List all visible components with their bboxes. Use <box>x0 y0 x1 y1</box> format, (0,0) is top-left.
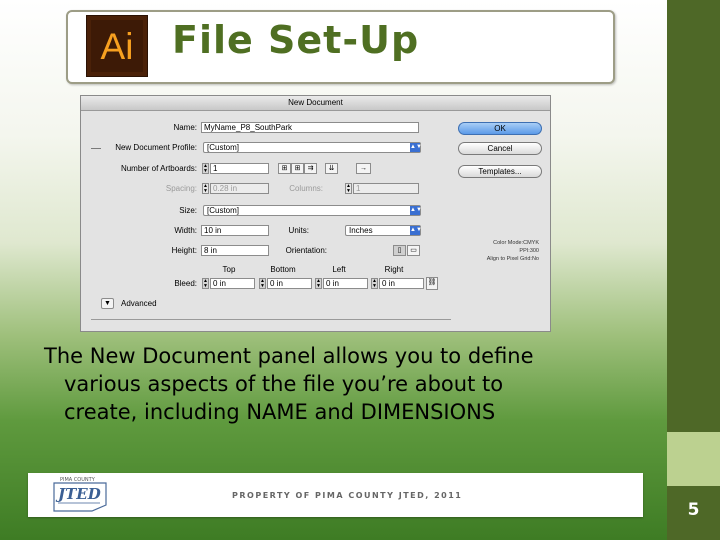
sidebar-accent-block <box>667 432 720 486</box>
footer-bar: PIMA COUNTY JTED PROPERTY OF PIMA COUNTY… <box>28 473 643 517</box>
bleed-bottom-field[interactable]: 0 in <box>267 278 312 289</box>
bleed-bottom-label: Bottom <box>270 265 296 274</box>
dialog-title: New Document <box>81 96 550 111</box>
cancel-button[interactable]: Cancel <box>458 142 542 155</box>
advanced-label[interactable]: Advanced <box>121 299 157 308</box>
profile-value: [Custom] <box>207 143 240 152</box>
profile-label: New Document Profile: <box>115 143 197 152</box>
chevron-down-icon: ▲▼ <box>410 226 422 235</box>
spacing-stepper[interactable]: ▲ ▼ <box>202 183 209 194</box>
caption-line-3: create, including NAME and DIMENSIONS <box>64 400 496 424</box>
size-label: Size: <box>179 206 197 215</box>
layout-order-icon[interactable]: → <box>356 163 371 174</box>
chevron-down-icon: ▲▼ <box>410 206 422 215</box>
size-select[interactable]: [Custom] ▲▼ <box>203 205 422 216</box>
jted-logo-text: JTED <box>55 485 101 503</box>
new-document-dialog: New Document Name: MyName_P8_SouthPark N… <box>80 95 551 332</box>
bleed-right-stepper[interactable]: ▲ ▼ <box>371 278 378 289</box>
bleed-bottom-stepper[interactable]: ▲ ▼ <box>259 278 266 289</box>
link-bleed-icon[interactable]: ⛓ <box>426 277 438 290</box>
page-number: 5 <box>687 500 700 520</box>
logo-text: Ai <box>91 20 143 72</box>
size-value: [Custom] <box>207 206 240 215</box>
sidebar-band: 5 <box>667 0 720 540</box>
caption-line-2: various aspects of the file you’re about… <box>64 372 504 396</box>
grid-by-column-icon[interactable]: ⊞ <box>291 163 304 174</box>
landscape-icon[interactable]: ▭ <box>407 245 420 256</box>
spacing-label: Spacing: <box>165 184 197 193</box>
orientation-label: Orientation: <box>285 246 327 255</box>
jted-logo-icon: PIMA COUNTY JTED <box>53 477 107 512</box>
columns-label: Columns: <box>289 184 323 193</box>
name-label: Name: <box>173 123 197 132</box>
width-label: Width: <box>174 226 197 235</box>
units-value: Inches <box>349 226 373 235</box>
arrange-by-column-icon[interactable]: ⇊ <box>325 163 338 174</box>
slide-title: File Set-Up <box>172 18 420 62</box>
units-label: Units: <box>288 226 309 235</box>
columns-field[interactable]: 1 <box>353 183 419 194</box>
grid-by-row-icon[interactable]: ⊞ <box>278 163 291 174</box>
color-mode-info: Color Mode:CMYK <box>493 240 539 246</box>
ppi-info: PPI:300 <box>519 248 539 254</box>
bleed-left-field[interactable]: 0 in <box>323 278 368 289</box>
artboards-label: Number of Artboards: <box>120 164 197 173</box>
bleed-left-stepper[interactable]: ▲ ▼ <box>315 278 322 289</box>
caption: The New Document panel allows you to def… <box>44 342 644 426</box>
height-label: Height: <box>171 246 197 255</box>
height-field[interactable]: 8 in <box>201 245 269 256</box>
arrange-by-row-icon[interactable]: ⇉ <box>304 163 317 174</box>
name-field[interactable]: MyName_P8_SouthPark <box>201 122 419 133</box>
units-select[interactable]: Inches ▲▼ <box>345 225 422 236</box>
ok-button[interactable]: OK <box>458 122 542 135</box>
columns-stepper[interactable]: ▲ ▼ <box>345 183 352 194</box>
templates-button[interactable]: Templates... <box>458 165 542 178</box>
advanced-divider <box>91 319 451 320</box>
chevron-down-icon: ▲▼ <box>410 143 422 152</box>
portrait-icon[interactable]: ▯ <box>393 245 406 256</box>
bleed-label: Bleed: <box>174 279 197 288</box>
bleed-top-field[interactable]: 0 in <box>210 278 255 289</box>
width-field[interactable]: 10 in <box>201 225 269 236</box>
bleed-left-label: Left <box>332 265 346 274</box>
bleed-top-stepper[interactable]: ▲ ▼ <box>202 278 209 289</box>
illustrator-logo-icon: Ai <box>86 15 148 77</box>
disclosure-triangle-icon[interactable]: ▼ <box>101 298 114 309</box>
align-info: Align to Pixel Grid:No <box>486 256 539 262</box>
footer-text: PROPERTY OF PIMA COUNTY JTED, 2011 <box>232 491 463 500</box>
bleed-right-label: Right <box>384 265 404 274</box>
spacing-field[interactable]: 0.28 in <box>210 183 269 194</box>
artboards-stepper[interactable]: ▲ ▼ <box>202 163 209 174</box>
bleed-top-label: Top <box>222 265 236 274</box>
caption-line-1: The New Document panel allows you to def… <box>44 344 534 368</box>
artboards-field[interactable]: 1 <box>210 163 269 174</box>
profile-select[interactable]: [Custom] ▲▼ <box>203 142 422 153</box>
document-info: Color Mode:CMYK PPI:300 Align to Pixel G… <box>479 239 539 263</box>
bleed-right-field[interactable]: 0 in <box>379 278 424 289</box>
jted-logo-top: PIMA COUNTY <box>60 477 96 483</box>
